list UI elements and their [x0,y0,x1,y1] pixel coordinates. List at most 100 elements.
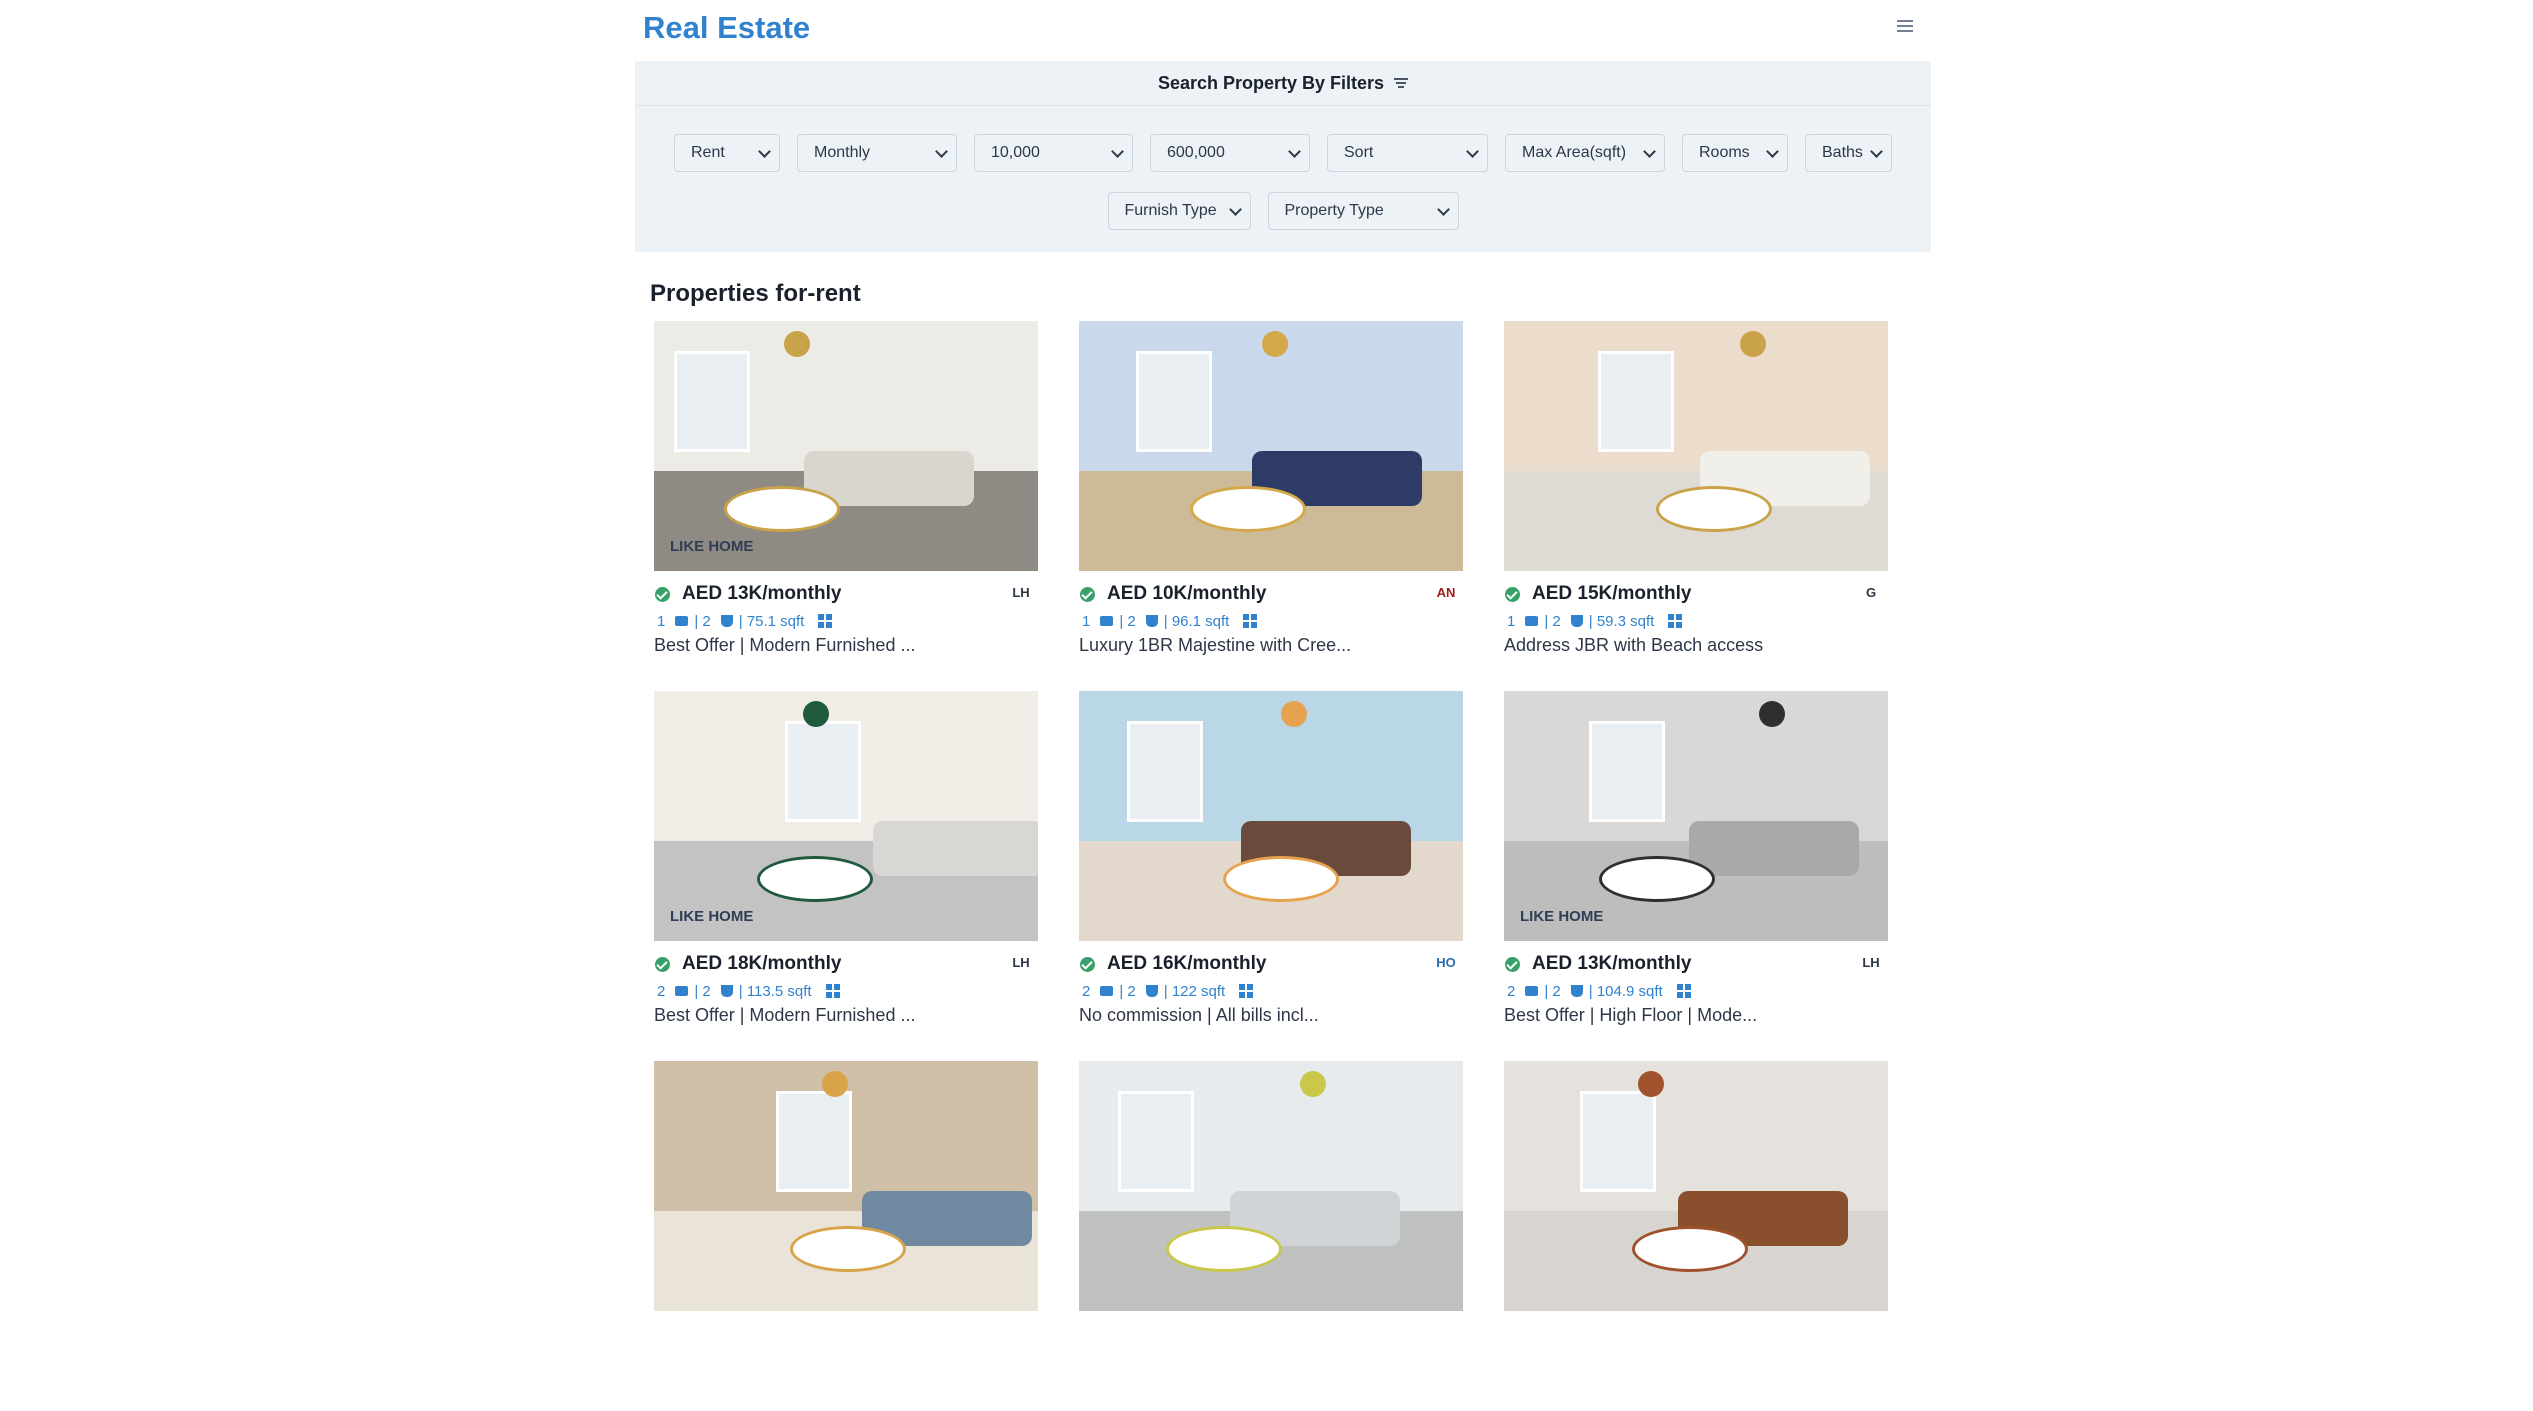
filter-select-row1-2[interactable]: 10,000 [974,134,1133,172]
filter-select-row1-1[interactable]: Monthly [797,134,957,172]
brand-logo[interactable]: Real Estate [643,10,810,46]
filter-select-value: 600,000 [1167,144,1225,161]
property-meta: 1 | 2 | 96.1 sqft [1082,609,1463,633]
verified-check-icon [1080,586,1095,602]
price-label: AED 16K/monthly [1107,953,1267,974]
property-title[interactable]: Best Offer | Modern Furnished ... [654,1005,1038,1026]
area-value: | 59.3 sqft [1588,612,1655,630]
agency-logo[interactable]: LH [1854,952,1888,974]
price-row: AED 13K/monthly LH [654,579,1038,609]
filter-select-row1-6[interactable]: Rooms [1682,134,1788,172]
agency-logo[interactable]: G [1854,582,1888,604]
agency-logo[interactable]: HO [1429,952,1463,974]
filter-select-row1-4[interactable]: Sort [1327,134,1488,172]
property-meta: 1 | 2 | 59.3 sqft [1507,609,1888,633]
property-photo[interactable] [1504,321,1888,571]
bed-icon [675,986,689,996]
hamburger-menu-icon[interactable] [1897,20,1913,34]
property-title[interactable]: No commission | All bills incl... [1079,1005,1463,1026]
bath-icon [720,615,733,627]
price-row: AED 13K/monthly LH [1504,949,1888,979]
filter-select-row1-5[interactable]: Max Area(sqft) [1505,134,1665,172]
filter-select-value: Monthly [814,144,871,161]
chevron-down-icon [1436,202,1450,216]
area-grid-icon [1239,984,1254,998]
agency-logo[interactable]: LH [1004,582,1038,604]
baths-count: | 2 [1544,982,1561,1000]
area-value: | 75.1 sqft [738,612,805,630]
price-row: AED 15K/monthly G [1504,579,1888,609]
property-photo[interactable] [1079,321,1463,571]
property-photo[interactable]: LIKE HOME [1504,691,1888,941]
rooms-count: 2 [657,982,666,1000]
filter-select-row1-7[interactable]: Baths [1805,134,1892,172]
baths-count: | 2 [1544,612,1561,630]
filter-select-row1-3[interactable]: 600,000 [1150,134,1310,172]
property-photo[interactable] [1504,1061,1888,1311]
chevron-down-icon [1228,202,1242,216]
price-row: AED 16K/monthly HO [1079,949,1463,979]
rooms-count: 1 [1082,612,1091,630]
agency-logo[interactable]: LH [1004,952,1038,974]
agency-logo[interactable]: AN [1429,582,1463,604]
rooms-count: 2 [1082,982,1091,1000]
bed-icon [1525,616,1539,626]
photo-watermark: LIKE HOME [670,908,754,925]
filters-heading: Search Property By Filters [1157,72,1385,93]
verified-check-icon [1505,586,1520,602]
price-label: AED 10K/monthly [1107,583,1267,604]
property-card[interactable]: LIKE HOME AED 13K/monthly LH 2 | 2 | 104.9 sq… [1504,691,1888,1041]
chevron-down-icon [1288,144,1301,158]
property-card[interactable]: LIKE HOME AED 13K/monthly LH 1 | 2 | 75.1 sqf… [654,321,1038,671]
rooms-count: 1 [1507,612,1516,630]
property-photo[interactable] [1079,691,1463,941]
area-value: | 104.9 sqft [1588,982,1663,1000]
top-bar: Real Estate [635,0,1931,61]
filter-select-value: Max Area(sqft) [1522,144,1627,161]
section-title: Properties for-rent [650,280,861,307]
property-card[interactable]: AED 10K/monthly AN 1 | 2 | 96.1 sqft Luxury 1… [1079,321,1463,671]
filter-select-value: 10,000 [991,144,1040,161]
chevron-down-icon [1870,144,1883,158]
property-title[interactable]: Best Offer | High Floor | Mode... [1504,1005,1888,1026]
property-card[interactable] [1079,1061,1463,1411]
rooms-count: 1 [657,612,666,630]
property-card[interactable]: AED 15K/monthly G 1 | 2 | 59.3 sqft Address J… [1504,321,1888,671]
filter-select-value: Rent [691,144,725,161]
bath-icon [720,985,733,997]
chevron-down-icon [1643,144,1656,158]
property-card[interactable] [654,1061,1038,1411]
property-photo[interactable] [1079,1061,1463,1311]
price-label: AED 18K/monthly [682,953,842,974]
filter-select-value: Rooms [1699,144,1750,161]
property-meta: 2 | 2 | 104.9 sqft [1507,979,1888,1003]
property-card[interactable]: LIKE HOME AED 18K/monthly LH 2 | 2 | 113.5 sq… [654,691,1038,1041]
filters-header[interactable]: Search Property By Filters [635,61,1931,106]
area-grid-icon [1668,614,1683,628]
filter-icon [1394,76,1409,90]
property-meta: 1 | 2 | 75.1 sqft [657,609,1038,633]
verified-check-icon [655,956,670,972]
rooms-count: 2 [1507,982,1516,1000]
photo-watermark: LIKE HOME [670,538,754,555]
property-photo[interactable]: LIKE HOME [654,691,1038,941]
property-card[interactable] [1504,1061,1888,1411]
verified-check-icon [1080,956,1095,972]
filter-select-value: Baths [1822,144,1863,161]
filter-select-row2-0[interactable]: Furnish Type [1107,192,1251,230]
filter-select-row2-1[interactable]: Property Type [1267,192,1459,230]
filter-select-row1-0[interactable]: Rent [674,134,780,172]
property-card[interactable]: AED 16K/monthly HO 2 | 2 | 122 sqft No commis… [1079,691,1463,1041]
property-photo[interactable]: LIKE HOME [654,321,1038,571]
property-title[interactable]: Best Offer | Modern Furnished ... [654,635,1038,656]
filters-row-1: Rent Monthly 10,000 600,000 Sort Max Area(sqf… [635,134,1931,172]
price-row: AED 18K/monthly LH [654,949,1038,979]
property-photo[interactable] [654,1061,1038,1311]
property-meta: 2 | 2 | 113.5 sqft [657,979,1038,1003]
property-title[interactable]: Luxury 1BR Majestine with Cree... [1079,635,1463,656]
baths-count: | 2 [694,612,711,630]
bath-icon [1570,985,1583,997]
verified-check-icon [655,586,670,602]
price-row: AED 10K/monthly AN [1079,579,1463,609]
property-title[interactable]: Address JBR with Beach access [1504,635,1888,656]
